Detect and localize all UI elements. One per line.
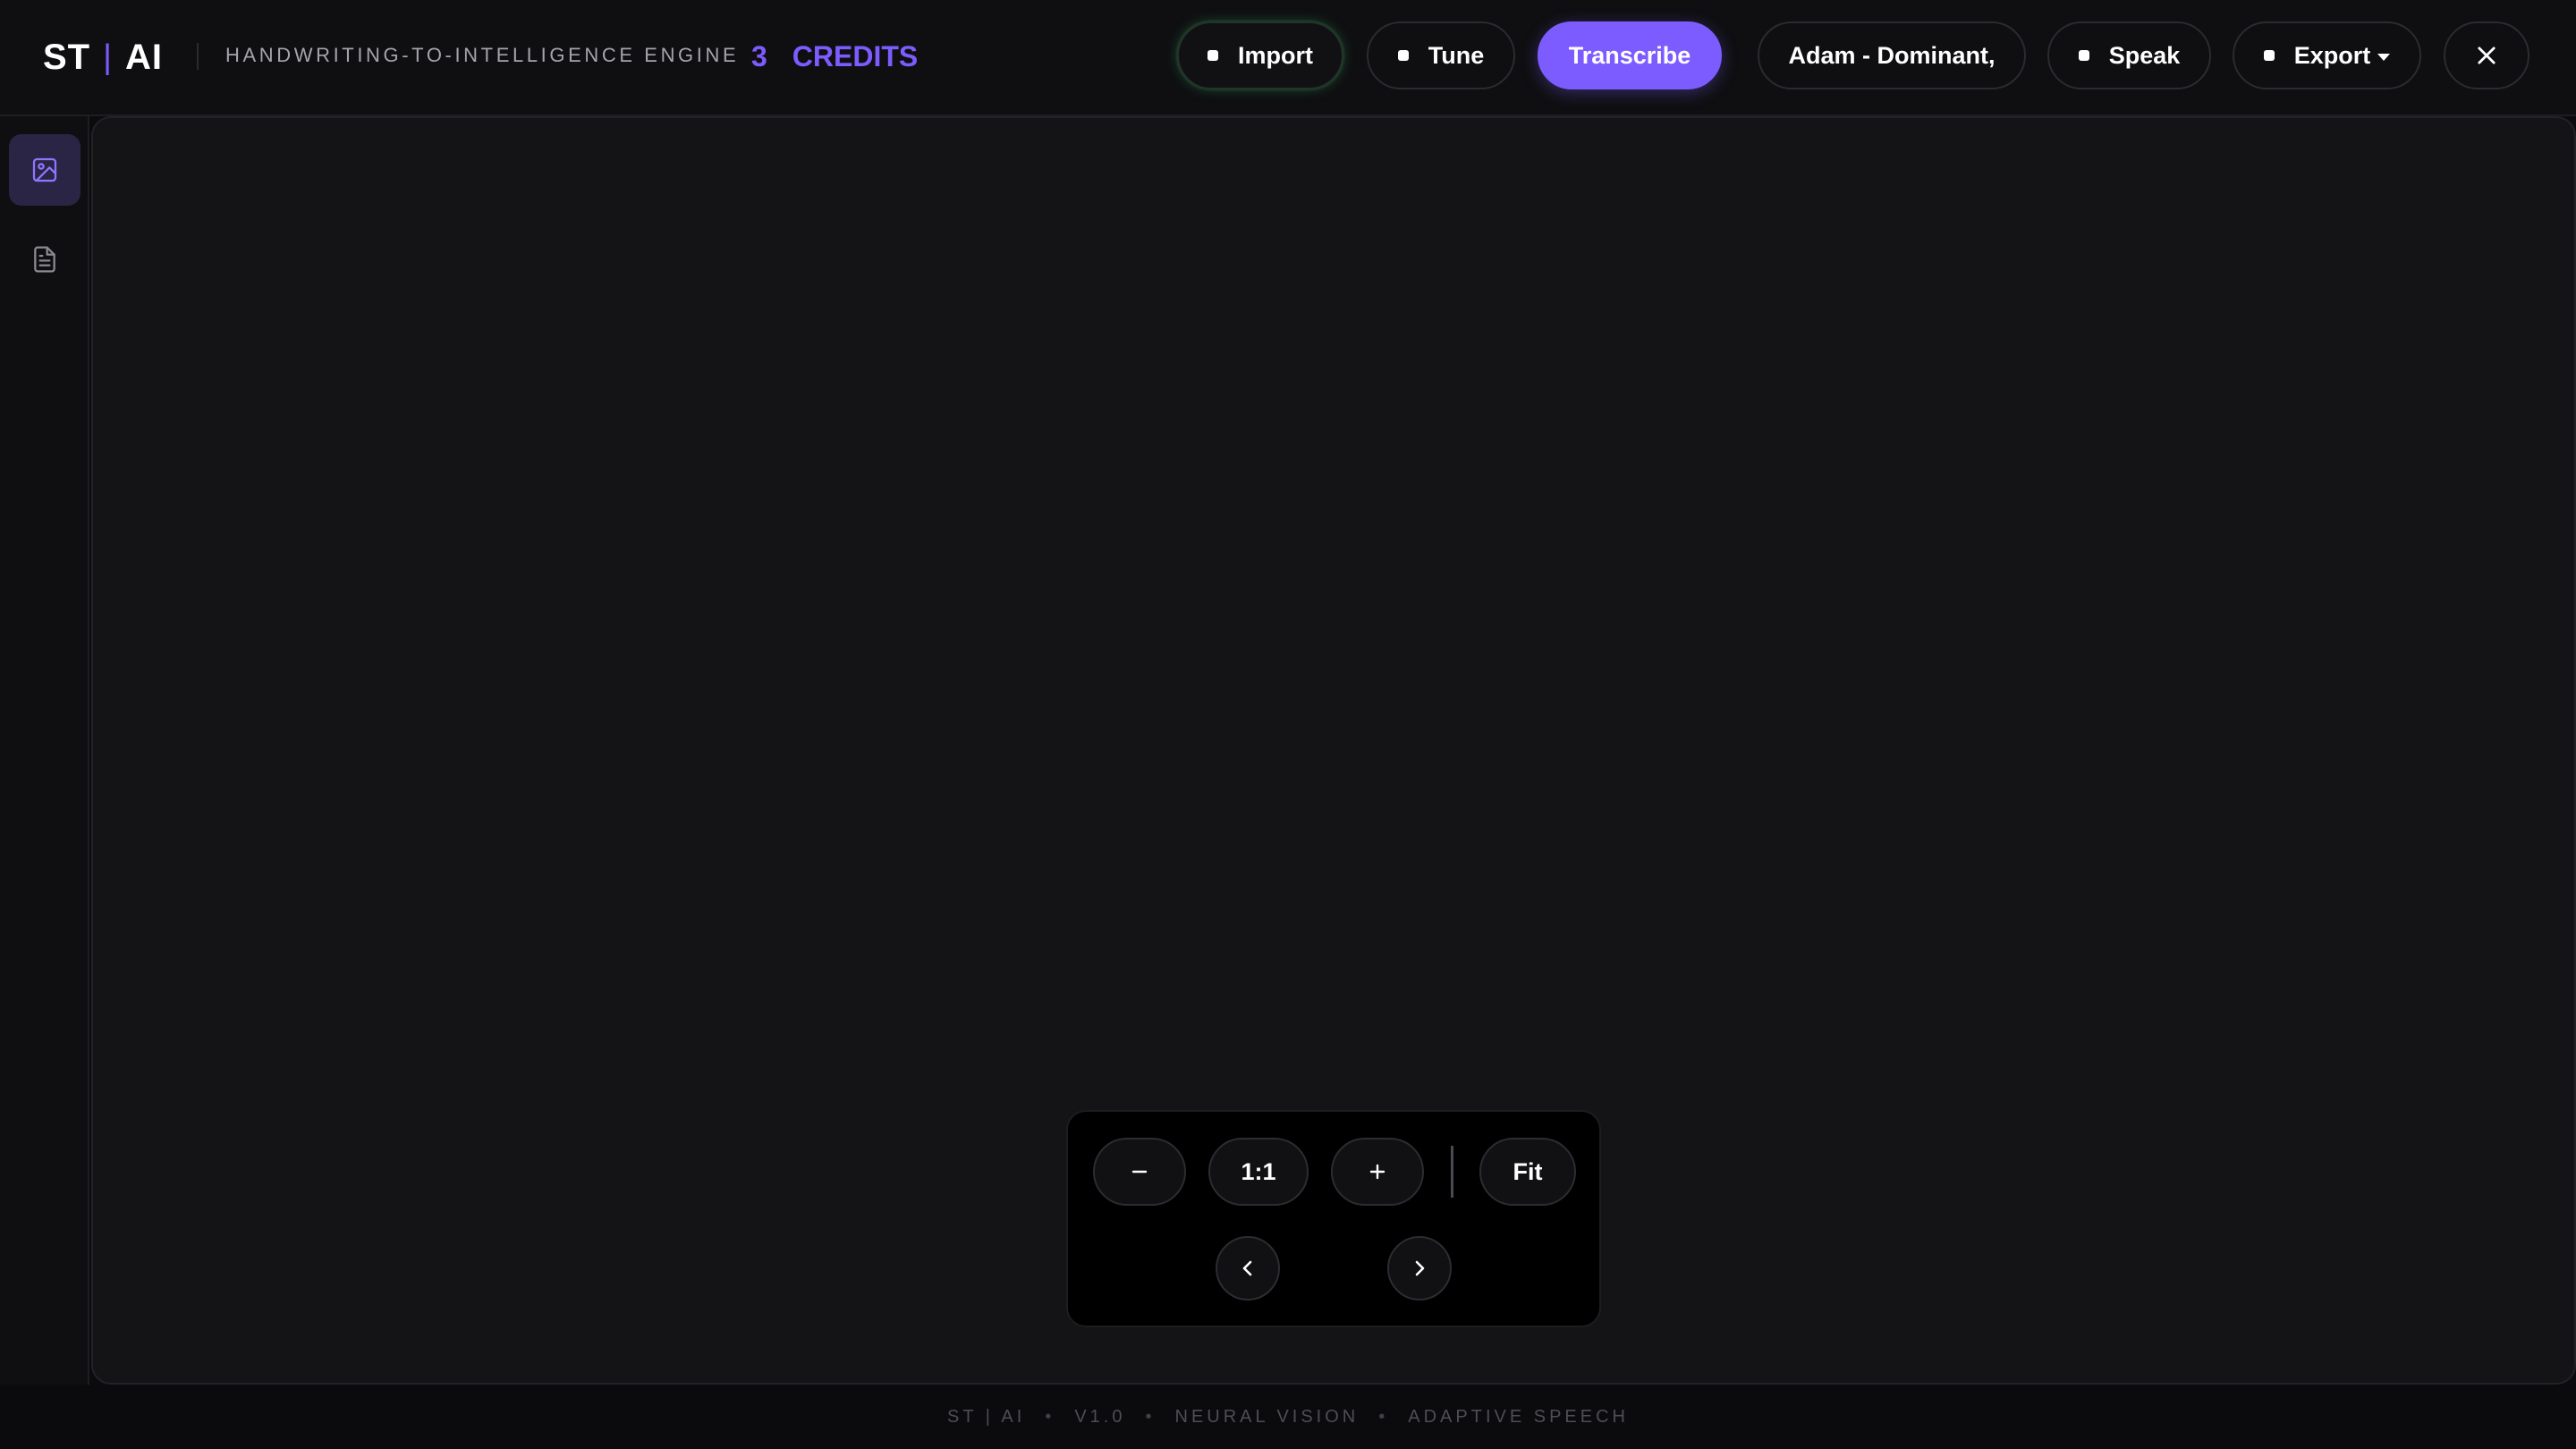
footer-separator: •: [1145, 1406, 1156, 1427]
zoom-controls-panel: 1:1 Fit: [1066, 1110, 1601, 1327]
image-icon: [32, 157, 57, 182]
close-icon: [2478, 47, 2496, 64]
chevron-down-icon: [2377, 54, 2391, 61]
credits-badge: 3 CREDITS: [751, 36, 918, 77]
voice-label: Adam - Dominant,: [1788, 41, 1996, 69]
top-bar: ST | AI HANDWRITING-TO-INTELLIGENCE ENGI…: [0, 0, 2576, 116]
export-label: Export: [2293, 41, 2371, 69]
brand-logo: ST | AI: [43, 34, 163, 80]
document-icon: [34, 246, 55, 273]
footer: ST | AI • V1.0 • NEURAL VISION • ADAPTIV…: [0, 1385, 2576, 1449]
previous-page-button[interactable]: [1216, 1236, 1280, 1301]
footer-separator: •: [1378, 1406, 1389, 1427]
tagline: HANDWRITING-TO-INTELLIGENCE ENGINE: [225, 44, 740, 66]
credits-label: CREDITS: [792, 39, 919, 72]
plus-icon: [1369, 1164, 1385, 1180]
speak-label: Speak: [2108, 41, 2181, 69]
footer-brand: ST | AI: [947, 1406, 1026, 1427]
tune-label: Tune: [1428, 41, 1485, 69]
tune-button[interactable]: Tune: [1367, 21, 1515, 89]
import-button[interactable]: Import: [1177, 21, 1343, 89]
speak-button[interactable]: Speak: [2047, 21, 2211, 89]
footer-separator: •: [1045, 1406, 1055, 1427]
brand-separator: |: [103, 38, 113, 76]
zoom-out-button[interactable]: [1093, 1138, 1186, 1206]
voice-select-button[interactable]: Adam - Dominant,: [1758, 21, 2026, 89]
export-status-dot: [2263, 50, 2275, 61]
import-status-dot: [1208, 50, 1218, 61]
zoom-in-button[interactable]: [1331, 1138, 1424, 1206]
import-label: Import: [1238, 41, 1313, 69]
brand-left: ST: [43, 37, 91, 77]
tune-status-dot: [1397, 50, 1409, 61]
minus-icon: [1131, 1170, 1148, 1174]
sidebar-item-document[interactable]: [9, 224, 80, 295]
transcribe-label: Transcribe: [1568, 41, 1691, 69]
brand-right: AI: [125, 37, 163, 77]
zoom-actual-size-button[interactable]: 1:1: [1208, 1138, 1309, 1206]
close-button[interactable]: [2444, 21, 2529, 89]
transcribe-button[interactable]: Transcribe: [1538, 21, 1722, 89]
zoom-one-to-one-label: 1:1: [1241, 1157, 1276, 1185]
next-page-button[interactable]: [1387, 1236, 1452, 1301]
credits-count: 3: [751, 39, 767, 72]
chevron-right-icon: [1415, 1260, 1425, 1276]
export-button[interactable]: Export: [2233, 21, 2421, 89]
footer-feature-speech: ADAPTIVE SPEECH: [1408, 1406, 1629, 1427]
speak-status-dot: [2078, 50, 2089, 61]
sidebar-item-image[interactable]: [9, 134, 80, 206]
footer-feature-vision: NEURAL VISION: [1174, 1406, 1360, 1427]
app-root: ST | AI HANDWRITING-TO-INTELLIGENCE ENGI…: [0, 0, 2576, 1449]
zoom-divider: [1451, 1146, 1453, 1198]
footer-version: V1.0: [1074, 1406, 1126, 1427]
sidebar: [0, 116, 89, 1385]
chevron-left-icon: [1242, 1260, 1252, 1276]
header-divider: [197, 43, 199, 70]
zoom-fit-label: Fit: [1513, 1157, 1543, 1185]
zoom-fit-button[interactable]: Fit: [1479, 1138, 1576, 1206]
